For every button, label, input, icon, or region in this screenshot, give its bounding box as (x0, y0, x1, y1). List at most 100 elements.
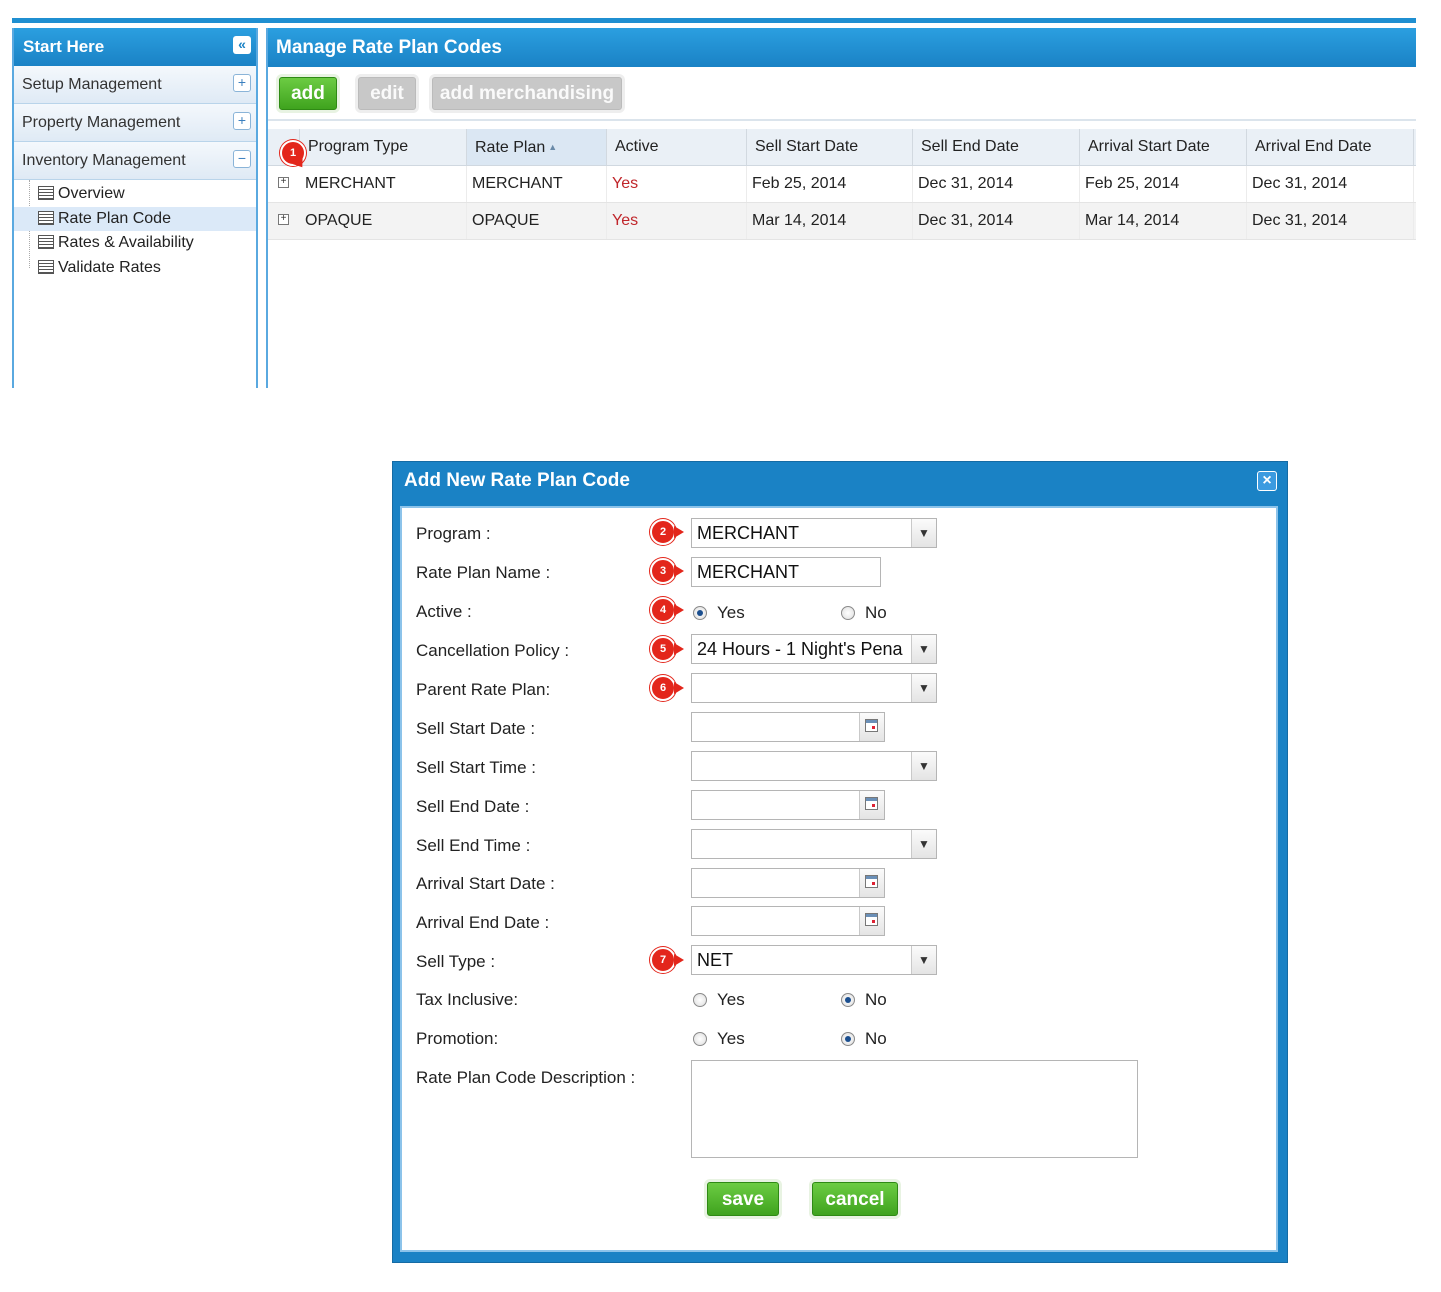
chevron-down-icon[interactable]: ▼ (911, 635, 936, 663)
column-header-sell-end-date[interactable]: Sell End Date (913, 129, 1080, 165)
radio-label: Yes (717, 603, 745, 622)
active-no-radio[interactable]: No (841, 603, 887, 623)
add-button[interactable]: add (279, 77, 337, 110)
sidebar-item-label: Property Management (22, 114, 181, 131)
callout-marker-3: 3 (650, 558, 684, 584)
column-header-active[interactable]: Active (607, 129, 747, 165)
cell-rate-plan: OPAQUE (467, 203, 607, 239)
column-header-program-type[interactable]: Program Type (300, 129, 467, 165)
sell-start-date-label: Sell Start Date : (416, 719, 536, 738)
column-header-rate-plan[interactable]: Rate Plan ▲ (467, 129, 607, 165)
column-header-label: Rate Plan (475, 139, 546, 156)
cell-sell-end-date: Dec 31, 2014 (913, 203, 1080, 239)
sidebar-item-label: Setup Management (22, 76, 162, 93)
radio-selected-icon (841, 993, 855, 1007)
parent-rate-plan-select[interactable]: ▼ (691, 673, 937, 703)
tax-inclusive-yes-radio[interactable]: Yes (693, 990, 745, 1010)
cancellation-policy-select[interactable]: 24 Hours - 1 Night's Pena ▼ (691, 634, 937, 664)
toolbar: add edit add merchandising (268, 67, 1416, 121)
sell-end-date-label: Sell End Date : (416, 797, 530, 816)
promotion-no-radio[interactable]: No (841, 1029, 887, 1049)
table-row[interactable]: + MERCHANT MERCHANT Yes Feb 25, 2014 Dec… (268, 166, 1416, 203)
inventory-tree: Overview Rate Plan Code Rates & Availabi… (14, 180, 256, 280)
collapse-icon[interactable]: − (233, 150, 251, 168)
cell-arrival-end-date: Dec 31, 2014 (1247, 203, 1414, 239)
column-header-sell-start-date[interactable]: Sell Start Date (747, 129, 913, 165)
sell-end-date-input[interactable] (691, 790, 885, 820)
sidebar-item-label: Inventory Management (22, 152, 186, 169)
table-row[interactable]: + OPAQUE OPAQUE Yes Mar 14, 2014 Dec 31,… (268, 203, 1416, 240)
cancel-button[interactable]: cancel (812, 1182, 898, 1216)
document-icon (38, 235, 54, 249)
sell-end-time-select[interactable]: ▼ (691, 829, 937, 859)
tree-item-overview[interactable]: Overview (14, 182, 256, 207)
radio-label: Yes (717, 1029, 745, 1048)
cell-rate-plan: MERCHANT (467, 166, 607, 202)
active-label: Active : (416, 602, 472, 621)
grid-header: Program Type Rate Plan ▲ Active Sell Star… (268, 129, 1416, 166)
dialog-header: Add New Rate Plan Code × (393, 462, 1287, 500)
arrival-start-date-label: Arrival Start Date : (416, 874, 555, 893)
calendar-icon[interactable] (859, 869, 884, 897)
save-button[interactable]: save (707, 1182, 779, 1216)
page-title: Manage Rate Plan Codes (268, 28, 1416, 67)
arrival-end-date-input[interactable] (691, 906, 885, 936)
column-header-arrival-start-date[interactable]: Arrival Start Date (1080, 129, 1247, 165)
tax-inclusive-no-radio[interactable]: No (841, 990, 887, 1010)
collapse-sidebar-icon[interactable]: « (233, 36, 251, 54)
close-icon[interactable]: × (1257, 471, 1277, 491)
rate-plan-name-label: Rate Plan Name : (416, 563, 551, 582)
promotion-label: Promotion: (416, 1029, 499, 1048)
expand-row-icon[interactable]: + (278, 177, 289, 188)
tree-item-label: Overview (58, 185, 125, 202)
sell-type-value: NET (697, 950, 733, 970)
calendar-icon[interactable] (859, 907, 884, 935)
tree-item-rate-plan-code[interactable]: Rate Plan Code (14, 206, 256, 231)
tree-item-validate-rates[interactable]: Validate Rates (14, 256, 256, 281)
tree-item-rates-availability[interactable]: Rates & Availability (14, 231, 256, 256)
edit-button[interactable]: edit (358, 77, 416, 110)
cancellation-policy-value: 24 Hours - 1 Night's Pena (697, 639, 903, 659)
sell-type-select[interactable]: NET ▼ (691, 945, 937, 975)
chevron-down-icon[interactable]: ▼ (911, 752, 936, 780)
calendar-icon[interactable] (859, 791, 884, 819)
rate-plan-name-input[interactable]: MERCHANT (691, 557, 881, 587)
tax-inclusive-label: Tax Inclusive: (416, 990, 519, 1009)
chevron-down-icon[interactable]: ▼ (911, 830, 936, 858)
cancellation-policy-label: Cancellation Policy : (416, 641, 570, 660)
chevron-down-icon[interactable]: ▼ (911, 519, 936, 547)
tree-item-label: Rates & Availability (58, 234, 194, 251)
add-merchandising-button[interactable]: add merchandising (432, 77, 622, 110)
sidebar-title: Start Here (23, 37, 105, 56)
sidebar-item-property-management[interactable]: Property Management + (14, 104, 256, 142)
sidebar: Start Here « Setup Management + Property… (12, 28, 258, 388)
sell-start-time-select[interactable]: ▼ (691, 751, 937, 781)
sidebar-item-setup-management[interactable]: Setup Management + (14, 66, 256, 104)
chevron-down-icon[interactable]: ▼ (911, 674, 936, 702)
promotion-yes-radio[interactable]: Yes (693, 1029, 745, 1049)
arrival-start-date-input[interactable] (691, 868, 885, 898)
arrival-end-date-label: Arrival End Date : (416, 913, 550, 932)
calendar-icon[interactable] (859, 713, 884, 741)
cell-arrival-start-date: Feb 25, 2014 (1080, 166, 1247, 202)
sidebar-item-inventory-management[interactable]: Inventory Management − (14, 142, 256, 180)
callout-marker-1: 1 (280, 140, 306, 166)
expand-icon[interactable]: + (233, 74, 251, 92)
cell-arrival-start-date: Mar 14, 2014 (1080, 203, 1247, 239)
document-icon (38, 186, 54, 200)
column-header-arrival-end-date[interactable]: Arrival End Date (1247, 129, 1414, 165)
description-textarea[interactable] (691, 1060, 1138, 1158)
callout-marker-4: 4 (650, 597, 684, 623)
radio-unselected-icon (841, 606, 855, 620)
program-select[interactable]: MERCHANT ▼ (691, 518, 937, 548)
sell-start-date-input[interactable] (691, 712, 885, 742)
expand-icon[interactable]: + (233, 112, 251, 130)
chevron-down-icon[interactable]: ▼ (911, 946, 936, 974)
cell-active: Yes (607, 166, 747, 202)
radio-unselected-icon (693, 993, 707, 1007)
callout-marker-6: 6 (650, 675, 684, 701)
expand-row-icon[interactable]: + (278, 214, 289, 225)
sell-start-time-label: Sell Start Time : (416, 758, 536, 777)
active-yes-radio[interactable]: Yes (693, 603, 745, 623)
program-label: Program : (416, 524, 491, 543)
